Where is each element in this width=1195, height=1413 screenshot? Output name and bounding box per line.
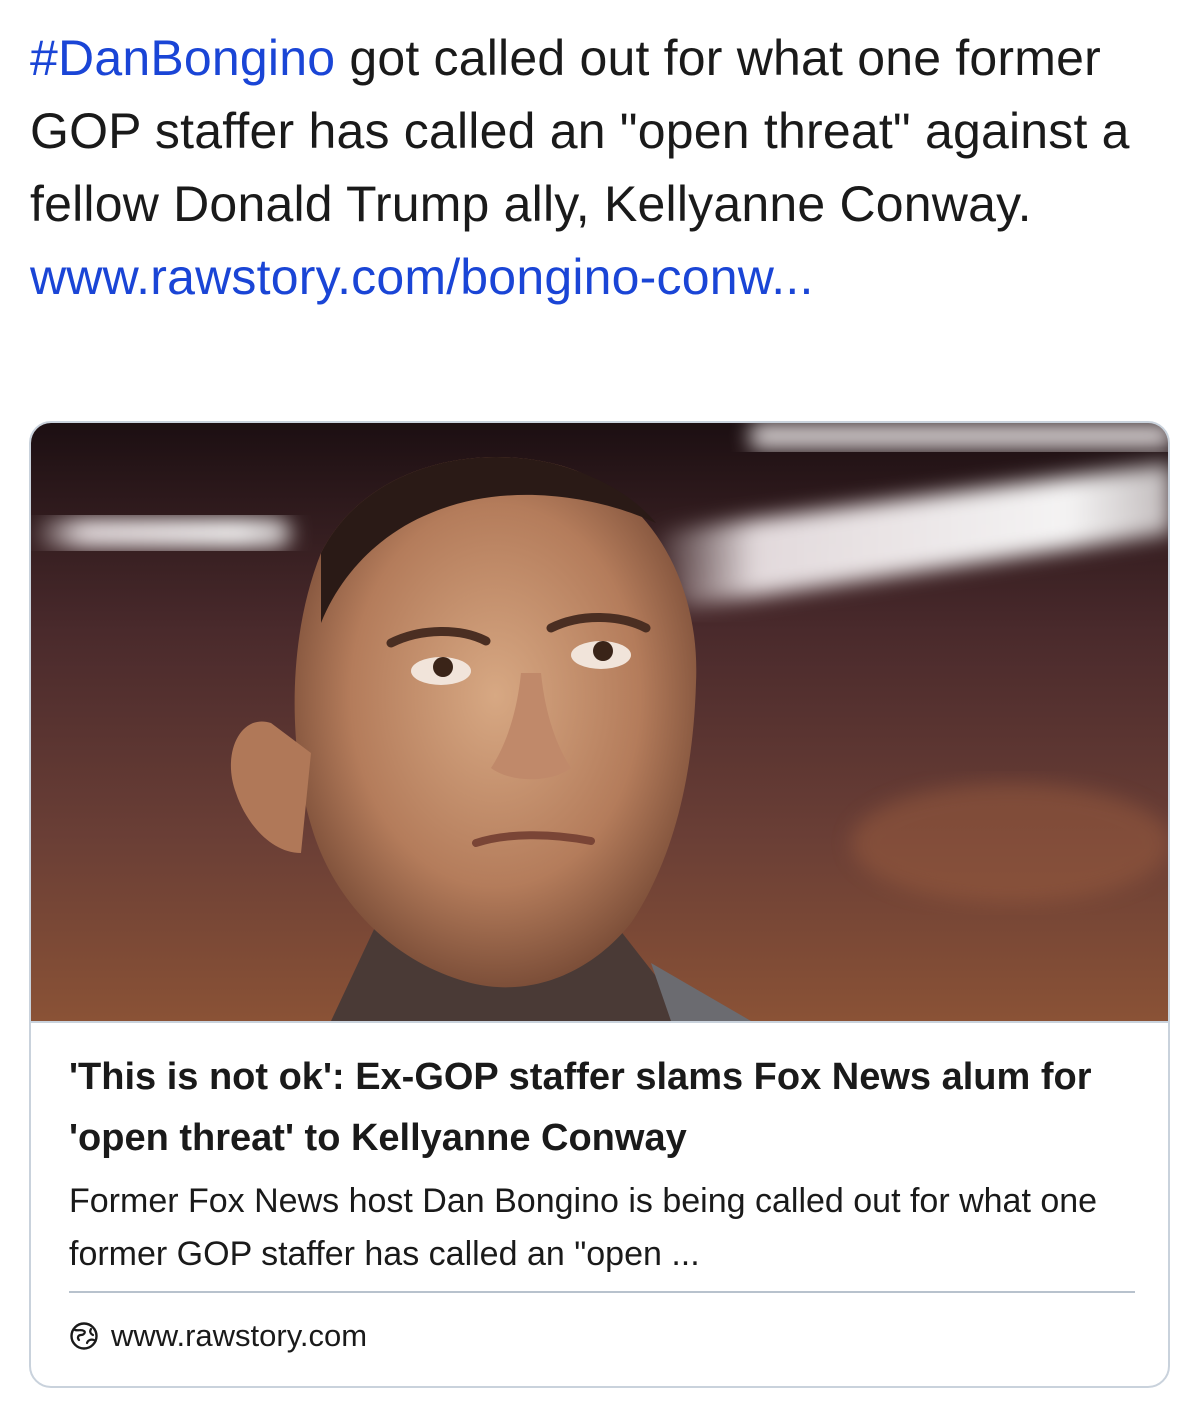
post-text: #DanBongino got called out for what one … [30,22,1170,314]
link-preview-card[interactable]: 'This is not ok': Ex-GOP staffer slams F… [29,421,1170,1388]
photo-of-man-looking-up [31,423,1168,1021]
globe-icon [70,1322,98,1350]
divider [69,1291,1135,1293]
card-title[interactable]: 'This is not ok': Ex-GOP staffer slams F… [69,1047,1139,1169]
card-source[interactable]: www.rawstory.com [69,1311,367,1361]
hashtag-link[interactable]: #DanBongino [30,30,335,86]
card-description: Former Fox News host Dan Bongino is bein… [69,1182,1098,1273]
source-domain: www.rawstory.com [111,1318,368,1353]
article-link[interactable]: www.rawstory.com/bongino-conw... [30,241,1170,314]
card-image[interactable] [31,423,1168,1023]
